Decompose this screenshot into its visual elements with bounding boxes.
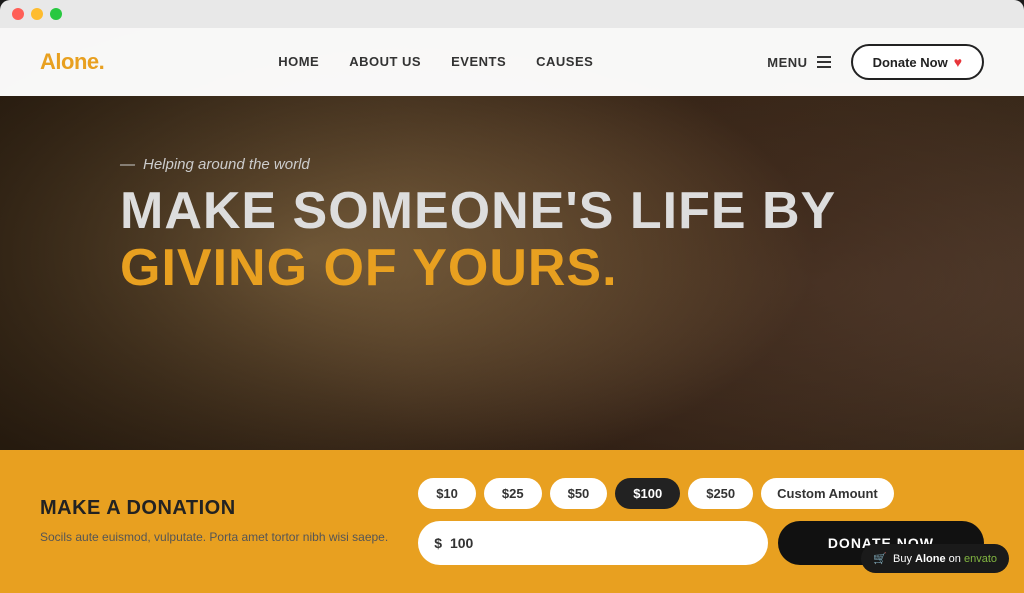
page: Alone. HOME ABOUT US EVENTS CAUSES MENU …: [0, 28, 1024, 593]
minimize-button[interactable]: [31, 8, 43, 20]
hero-subtitle: Helping around the world: [120, 156, 904, 173]
heart-icon: ♥: [954, 54, 962, 70]
nav-about[interactable]: ABOUT US: [349, 54, 421, 69]
nav-causes[interactable]: CAUSES: [536, 54, 593, 69]
amount-100[interactable]: $100: [615, 478, 680, 509]
cart-icon: 🛒: [873, 552, 887, 565]
navbar: Alone. HOME ABOUT US EVENTS CAUSES MENU …: [0, 28, 1024, 96]
amount-25[interactable]: $25: [484, 478, 542, 509]
donation-info: MAKE A DONATION Socils aute euismod, vul…: [40, 497, 388, 546]
donate-button[interactable]: Donate Now ♥: [851, 44, 984, 80]
hamburger-icon: [817, 56, 831, 68]
logo[interactable]: Alone.: [40, 49, 104, 75]
amount-custom[interactable]: Custom Amount: [761, 478, 894, 509]
close-button[interactable]: [12, 8, 24, 20]
amount-input-wrapper: $: [418, 521, 768, 565]
menu-button[interactable]: MENU: [767, 55, 830, 70]
nav-right: MENU Donate Now ♥: [767, 44, 984, 80]
amount-10[interactable]: $10: [418, 478, 476, 509]
nav-links: HOME ABOUT US EVENTS CAUSES: [278, 53, 593, 71]
nav-home[interactable]: HOME: [278, 54, 319, 69]
window-chrome: [0, 0, 1024, 28]
amount-50[interactable]: $50: [550, 478, 608, 509]
amount-250[interactable]: $250: [688, 478, 753, 509]
nav-events[interactable]: EVENTS: [451, 54, 506, 69]
amount-input[interactable]: [450, 535, 752, 551]
maximize-button[interactable]: [50, 8, 62, 20]
hero-title: MAKE SOMEONE'S LIFE BY GIVING OF YOURS.: [120, 183, 904, 297]
envato-badge: 🛒 Buy Alone on envato: [861, 544, 1009, 573]
amount-buttons-row: $10 $25 $50 $100 $250 Custom Amount: [418, 478, 984, 509]
donation-description: Socils aute euismod, vulputate. Porta am…: [40, 528, 388, 546]
currency-symbol: $: [434, 535, 442, 551]
donation-title: MAKE A DONATION: [40, 497, 388, 520]
hero-content: Helping around the world MAKE SOMEONE'S …: [0, 96, 1024, 297]
